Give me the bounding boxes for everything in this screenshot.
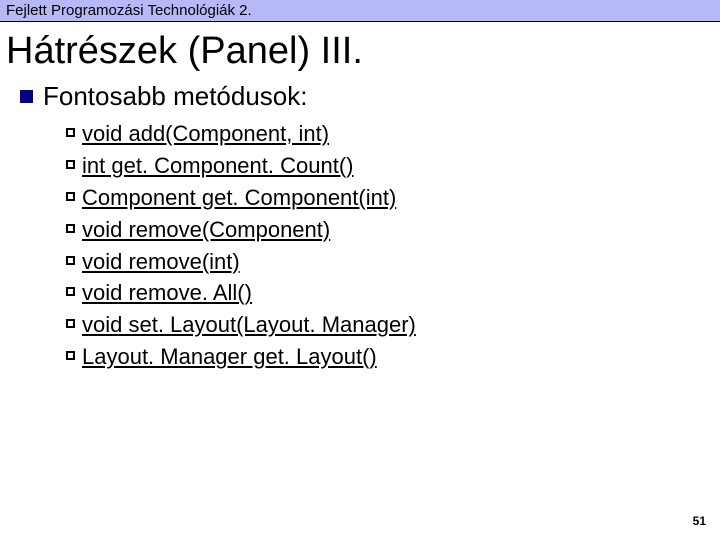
method-text: void add(Component, int) <box>82 118 329 150</box>
square-bullet-icon <box>20 90 33 103</box>
list-item: void remove. All() <box>66 277 720 309</box>
open-square-icon <box>66 287 75 296</box>
header-bar: Fejlett Programozási Technológiák 2. <box>0 0 720 22</box>
open-square-icon <box>66 256 75 265</box>
open-square-icon <box>66 224 75 233</box>
slide: Fejlett Programozási Technológiák 2. Hát… <box>0 0 720 540</box>
method-text: void set. Layout(Layout. Manager) <box>82 309 416 341</box>
method-list: void add(Component, int) int get. Compon… <box>20 116 720 373</box>
method-text: Component get. Component(int) <box>82 182 396 214</box>
open-square-icon <box>66 128 75 137</box>
method-text: void remove(int) <box>82 246 240 278</box>
list-item: int get. Component. Count() <box>66 150 720 182</box>
subheading-row: Fontosabb metódusok: <box>20 81 720 112</box>
open-square-icon <box>66 192 75 201</box>
list-item: void remove(int) <box>66 246 720 278</box>
list-item: Component get. Component(int) <box>66 182 720 214</box>
header-text: Fejlett Programozási Technológiák 2. <box>6 2 252 19</box>
method-text: void remove. All() <box>82 277 252 309</box>
page-number: 51 <box>693 514 706 528</box>
open-square-icon <box>66 319 75 328</box>
subheading-text: Fontosabb metódusok: <box>43 81 308 112</box>
method-text: void remove(Component) <box>82 214 330 246</box>
list-item: Layout. Manager get. Layout() <box>66 341 720 373</box>
page-title: Hátrészek (Panel) III. <box>0 22 720 75</box>
list-item: void remove(Component) <box>66 214 720 246</box>
method-text: Layout. Manager get. Layout() <box>82 341 377 373</box>
list-item: void add(Component, int) <box>66 118 720 150</box>
method-text: int get. Component. Count() <box>82 150 353 182</box>
slide-body: Fontosabb metódusok: void add(Component,… <box>0 75 720 373</box>
open-square-icon <box>66 160 75 169</box>
list-item: void set. Layout(Layout. Manager) <box>66 309 720 341</box>
open-square-icon <box>66 351 75 360</box>
